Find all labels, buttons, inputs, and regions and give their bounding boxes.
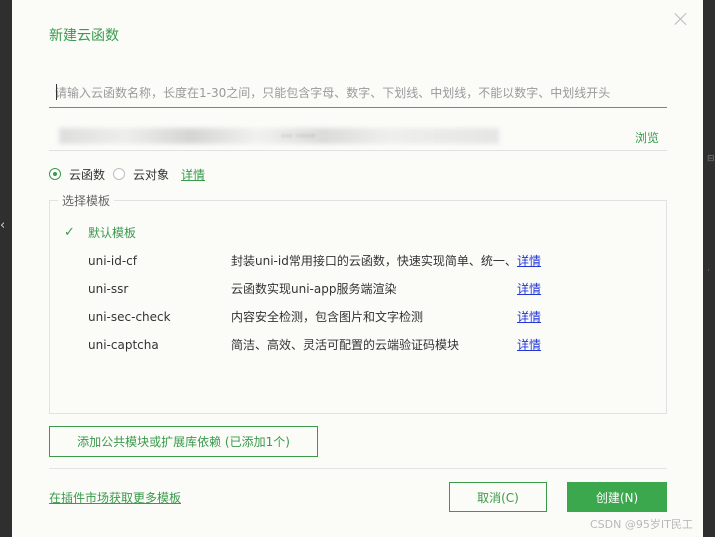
template-name: uni-ssr: [88, 282, 129, 296]
plugin-market-link[interactable]: 在插件市场获取更多模板: [49, 489, 181, 506]
dialog-title: 新建云函数: [49, 28, 119, 44]
template-row-uni-captcha[interactable]: uni-captcha 简洁、高效、灵活可配置的云端验证码模块 详情: [50, 335, 668, 355]
template-name: uni-id-cf: [88, 254, 137, 268]
function-name-input[interactable]: [49, 78, 667, 108]
path-field[interactable]: ··· ····· 浏览: [49, 124, 667, 151]
template-name: uni-sec-check: [88, 310, 171, 324]
radio-cloud-object[interactable]: [113, 168, 126, 180]
type-detail-link[interactable]: 详情: [181, 166, 205, 183]
template-row-uni-id-cf[interactable]: uni-id-cf 封装uni-id常用接口的云函数，快速实现简单、统一、 详情: [50, 251, 668, 271]
template-name: 默认模板: [88, 226, 137, 240]
template-detail-link[interactable]: 详情: [517, 307, 541, 327]
text-caret: [56, 84, 57, 100]
cancel-button[interactable]: 取消(C): [449, 482, 547, 512]
close-icon[interactable]: [674, 12, 688, 26]
template-selector: 选择模板 ✓ 默认模板 uni-id-cf 封装uni-id常用接口的云函数，快…: [49, 193, 668, 414]
template-detail-link[interactable]: 详情: [517, 335, 541, 355]
template-description: 内容安全检测，包含图片和文字检测: [231, 310, 424, 324]
function-type-group: 云函数 云对象 详情: [49, 164, 205, 184]
template-detail-link[interactable]: 详情: [517, 251, 541, 271]
browse-button[interactable]: 浏览: [635, 129, 659, 146]
background-mark: ⊟: [707, 154, 715, 164]
background-window-right: ⊟ ·: [703, 0, 715, 537]
template-row-uni-ssr[interactable]: uni-ssr 云函数实现uni-app服务端渲染 详情: [50, 279, 668, 299]
template-description: 简洁、高效、灵活可配置的云端验证码模块: [231, 338, 460, 352]
new-cloud-function-dialog: 新建云函数 ··· ····· 浏览 云函数 云对象 详情 选择模板 ✓ 默认模…: [12, 0, 703, 537]
background-window-left: [0, 0, 12, 537]
create-button[interactable]: 创建(N): [567, 482, 667, 512]
footer-divider: [49, 468, 667, 469]
template-row-default[interactable]: ✓ 默认模板: [50, 223, 668, 243]
radio-label-cloud-function[interactable]: 云函数: [69, 166, 105, 183]
add-module-button[interactable]: 添加公共模块或扩展库依赖 (已添加1个): [49, 426, 318, 457]
radio-label-cloud-object[interactable]: 云对象: [133, 166, 169, 183]
template-legend: 选择模板: [58, 193, 115, 209]
path-value: ··· ·····: [281, 129, 316, 143]
template-detail-link[interactable]: 详情: [517, 279, 541, 299]
background-mark: ·: [707, 266, 710, 276]
template-description: 封装uni-id常用接口的云函数，快速实现简单、统一、: [231, 254, 517, 268]
radio-cloud-function[interactable]: [49, 168, 61, 180]
template-row-uni-sec-check[interactable]: uni-sec-check 内容安全检测，包含图片和文字检测 详情: [50, 307, 668, 327]
check-icon: ✓: [64, 225, 75, 240]
template-name: uni-captcha: [88, 338, 159, 352]
path-value-redacted: [59, 128, 499, 144]
template-description: 云函数实现uni-app服务端渲染: [231, 282, 397, 296]
watermark: CSDN @95岁IT民工: [590, 518, 693, 531]
chevron-left-icon: ‹: [0, 218, 6, 233]
